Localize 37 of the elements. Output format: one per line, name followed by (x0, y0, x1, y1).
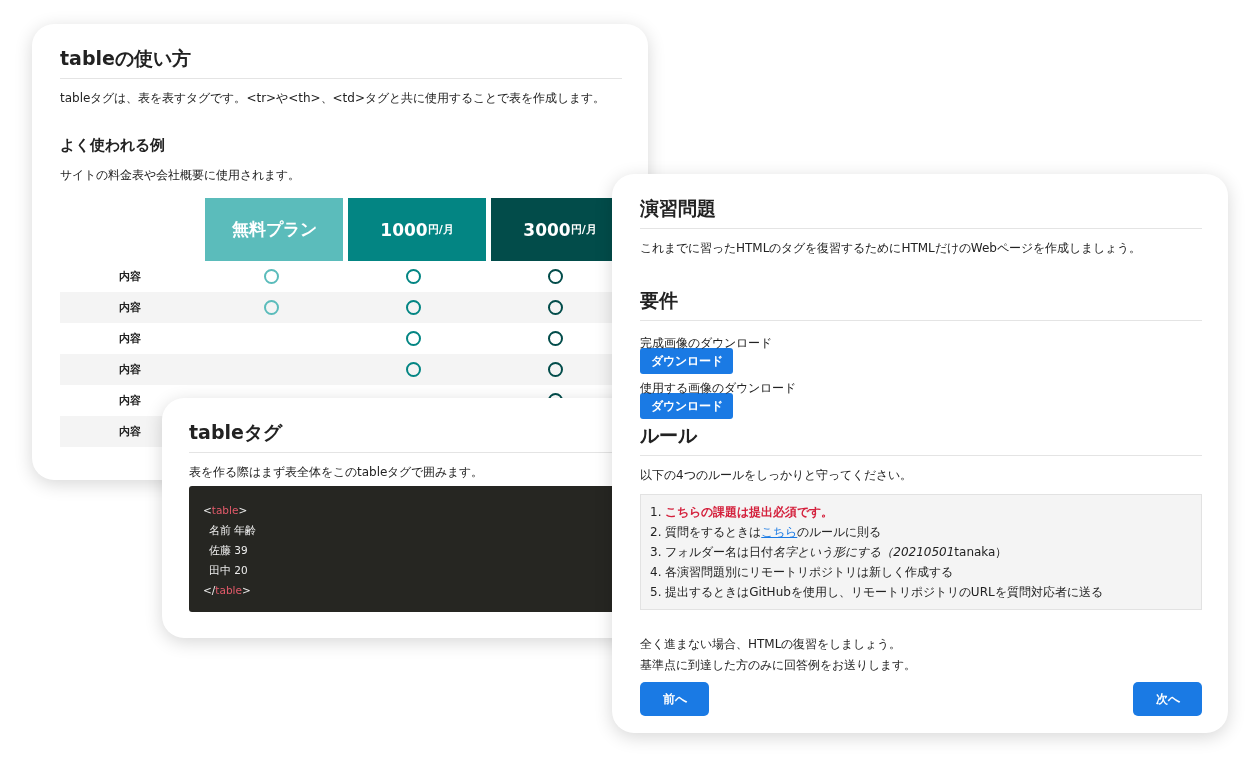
row-label: 内容 (119, 425, 141, 438)
previous-button[interactable]: 前へ (640, 682, 709, 716)
row-label: 内容 (119, 363, 141, 376)
plan-header: 無料プラン (205, 198, 343, 261)
rule-item: 5. 提出するときはGitHubを使用し、リモートリポジトリのURLを質問対応者に送る (650, 585, 1103, 599)
description-text: これまでに習ったHTMLのタグを復習するためにHTMLだけのWebページを作成しましょう。 (640, 240, 1141, 256)
code-line: <table> (203, 504, 248, 516)
card-title: 演習問題 (640, 196, 1202, 229)
caption-text: サイトの料金表や会社概要に使用されます。 (60, 167, 300, 183)
description-text: tableタグは、表を表すタグです。<tr>や<th>、<td>タグと共に使用することで表を作成します。 (60, 90, 605, 106)
description-text: 表を作る際はまず表全体をこのtableタグで囲みます。 (189, 464, 484, 480)
download-button[interactable]: ダウンロード (640, 393, 733, 419)
rule-item: 2. 質問をするときはこちらのルールに則る (650, 525, 882, 539)
section-heading: よく使われる例 (60, 136, 166, 155)
note-text: 基準点に到達した方のみに回答例をお送りします。 (640, 658, 916, 672)
note-text: 全く進まない場合、HTMLの復習をしましょう。 (640, 637, 902, 651)
code-line: 田中 20 (209, 564, 248, 576)
description-text: 以下の4つのルールをしっかりと守ってください。 (640, 467, 912, 483)
download-label: 完成画像のダウンロード (640, 336, 772, 350)
row-label: 内容 (119, 301, 141, 314)
download-button[interactable]: ダウンロード (640, 348, 733, 374)
section-heading: ルール (640, 423, 1202, 456)
rule-item: 1. こちらの課題は提出必須です。 (650, 505, 834, 519)
rule-item: 3. フォルダー名は日付名字という形にする（20210501tanaka） (650, 545, 1008, 559)
row-label: 内容 (119, 394, 141, 407)
card-title: tableの使い方 (60, 46, 622, 79)
rule-link[interactable]: こちら (761, 525, 798, 539)
code-line: </table> (203, 584, 251, 596)
row-label: 内容 (119, 332, 141, 345)
row-label: 内容 (119, 270, 141, 283)
section-heading: 要件 (640, 288, 1202, 321)
code-line: 佐藤 39 (209, 544, 248, 556)
rule-item: 4. 各演習問題別にリモートリポジトリは新しく作成する (650, 565, 954, 579)
next-button[interactable]: 次へ (1133, 682, 1202, 716)
plan-header: 1000円/月 (348, 198, 486, 261)
code-line: 名前 年齢 (209, 524, 257, 536)
download-label: 使用する画像のダウンロード (640, 381, 796, 395)
